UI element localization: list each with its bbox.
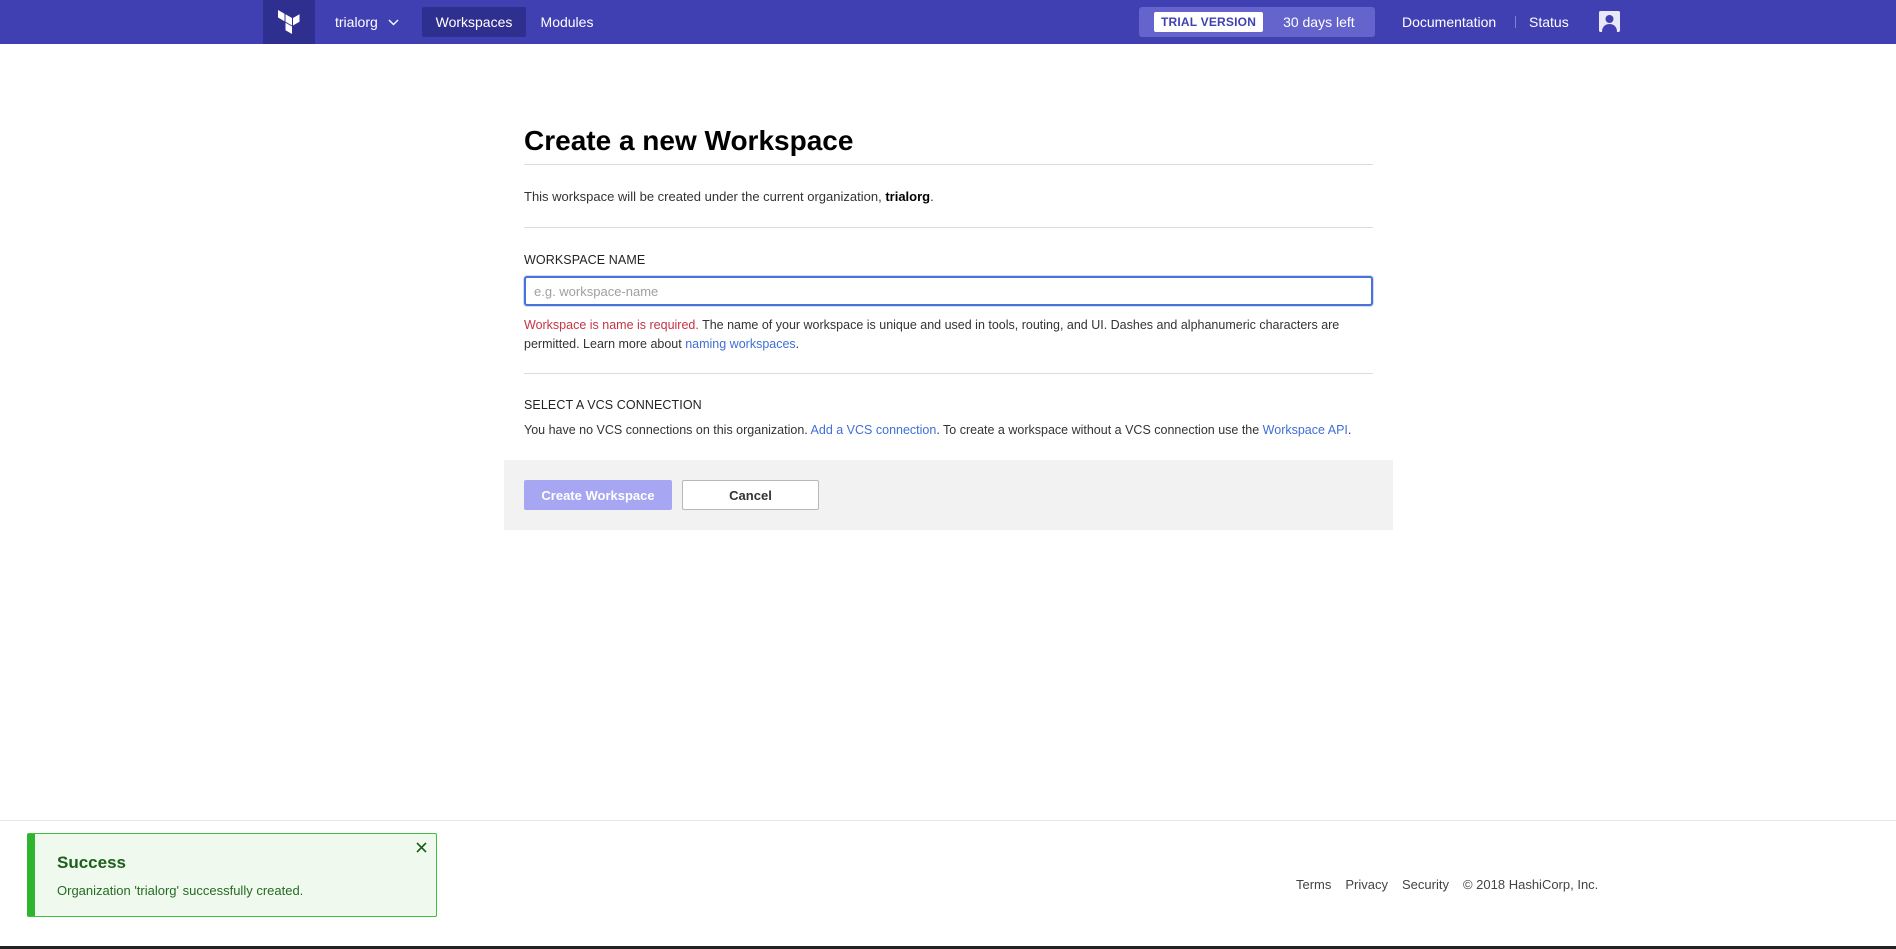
- footer-copyright: © 2018 HashiCorp, Inc.: [1462, 877, 1599, 892]
- documentation-label: Documentation: [1402, 14, 1497, 30]
- cancel-button[interactable]: Cancel: [682, 480, 819, 510]
- workspace-name-help: Workspace is name is required. The name …: [524, 316, 1373, 354]
- footer-terms-link[interactable]: Terms: [1296, 877, 1331, 892]
- close-x-svg: [415, 841, 427, 853]
- intro-suffix: .: [930, 189, 934, 204]
- trial-version-badge: TRIAL VERSION: [1154, 12, 1264, 32]
- documentation-link[interactable]: Documentation: [1402, 0, 1496, 44]
- title-divider: [524, 164, 1373, 165]
- workspace-name-label: WORKSPACE NAME: [524, 253, 646, 267]
- success-toast: Success Organization 'trialorg' successf…: [27, 833, 437, 917]
- trial-banner[interactable]: TRIAL VERSION 30 days left: [1139, 7, 1375, 37]
- page-title: Create a new Workspace: [524, 125, 854, 156]
- form-actions: Create Workspace Cancel: [504, 460, 1393, 530]
- workspace-api-link[interactable]: Workspace API: [1263, 423, 1348, 437]
- add-vcs-connection-link[interactable]: Add a VCS connection: [811, 423, 937, 437]
- name-divider: [524, 373, 1373, 374]
- intro-text: This workspace will be created under the…: [524, 189, 934, 204]
- tab-modules-label: Modules: [540, 14, 594, 30]
- status-label: Status: [1529, 14, 1569, 30]
- footer-divider: [0, 820, 1896, 821]
- close-icon[interactable]: [412, 838, 430, 856]
- toast-message: Organization 'trialorg' successfully cre…: [57, 883, 304, 898]
- nav-divider: [1515, 16, 1516, 28]
- intro-prefix: This workspace will be created under the…: [524, 189, 882, 204]
- tab-workspaces[interactable]: Workspaces: [422, 7, 526, 37]
- footer-links: Terms Privacy Security © 2018 HashiCorp,…: [1296, 877, 1598, 892]
- footer-privacy-link[interactable]: Privacy: [1345, 877, 1388, 892]
- terraform-logo-icon[interactable]: [263, 0, 315, 44]
- create-workspace-button[interactable]: Create Workspace: [524, 480, 672, 510]
- chevron-down-icon: [388, 19, 399, 25]
- toast-title: Success: [57, 853, 126, 872]
- vcs-text-prefix: You have no VCS connections on this orga…: [524, 423, 811, 437]
- workspace-name-input[interactable]: [524, 276, 1373, 306]
- user-avatar-icon[interactable]: [1599, 11, 1620, 32]
- footer-security-link[interactable]: Security: [1402, 877, 1449, 892]
- intro-divider: [524, 227, 1373, 228]
- org-name: trialorg: [335, 14, 378, 30]
- vcs-text-mid: . To create a workspace without a VCS co…: [936, 423, 1263, 437]
- tab-workspaces-label: Workspaces: [435, 14, 513, 30]
- org-switcher[interactable]: trialorg: [321, 0, 413, 44]
- workspace-name-help-end: .: [795, 337, 800, 351]
- top-navigation: trialorg Workspaces Modules TRIAL VERSIO…: [0, 0, 1896, 44]
- trial-days-left: 30 days left: [1283, 14, 1355, 30]
- user-silhouette-icon: [1599, 11, 1620, 32]
- tab-modules[interactable]: Modules: [530, 7, 604, 37]
- status-link[interactable]: Status: [1529, 0, 1569, 44]
- intro-org-name: trialorg: [885, 189, 931, 204]
- terraform-logo-svg: [278, 10, 300, 34]
- vcs-text-end: .: [1347, 423, 1352, 437]
- vcs-connection-text: You have no VCS connections on this orga…: [524, 423, 1394, 437]
- workspace-name-error: Workspace is name is required.: [524, 318, 699, 332]
- vcs-connection-label: SELECT A VCS CONNECTION: [524, 398, 702, 412]
- naming-workspaces-link[interactable]: naming workspaces: [685, 337, 795, 351]
